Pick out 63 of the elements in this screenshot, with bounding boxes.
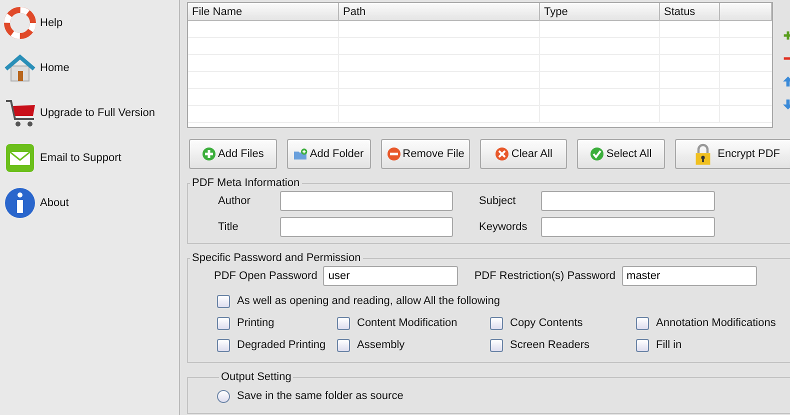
checkbox-label: Fill in: [656, 339, 682, 351]
up-arrow-icon[interactable]: [783, 76, 790, 87]
radio-button[interactable]: [217, 390, 230, 402]
folder-icon: [294, 147, 308, 161]
field-label: PDF Restriction(s) Password: [474, 270, 616, 282]
checkbox-label: Content Modification: [357, 317, 458, 329]
sidebar-item[interactable]: Email to Support: [0, 135, 179, 180]
password-field[interactable]: master: [622, 266, 757, 286]
group-title: Specific Password and Permission: [191, 252, 362, 264]
group-title: PDF Meta Information: [191, 177, 301, 189]
password-field[interactable]: user: [323, 266, 458, 286]
checkbox[interactable]: [636, 316, 649, 330]
field-label: Subject: [478, 195, 517, 207]
toolbar-button[interactable]: Clear All: [480, 139, 568, 169]
down-arrow-icon[interactable]: [783, 99, 790, 110]
envelope-icon: [4, 142, 36, 174]
text-field[interactable]: [280, 191, 453, 211]
text-field[interactable]: [280, 217, 453, 237]
toolbar-button[interactable]: Remove File: [380, 139, 470, 169]
checkmark-icon: [590, 147, 604, 161]
info-icon: [4, 186, 36, 218]
toolbar-button[interactable]: Encrypt PDF: [674, 139, 790, 169]
plus-icon: [202, 147, 216, 161]
column-header[interactable]: File Name: [188, 3, 339, 21]
field-label: Author: [218, 195, 252, 207]
checkbox[interactable]: [490, 316, 503, 330]
checkbox[interactable]: [337, 338, 350, 352]
field-label: PDF Open Password: [214, 270, 318, 282]
group-title: Output Setting: [220, 371, 292, 383]
sidebar-item[interactable]: Help: [0, 0, 179, 45]
checkbox[interactable]: [337, 316, 350, 330]
checkbox-label: Printing: [237, 317, 274, 329]
toolbar-button[interactable]: Select All: [577, 139, 665, 169]
minus-icon: [386, 147, 401, 161]
toolbar-button[interactable]: Add Folder: [286, 139, 371, 169]
radio-label: Save in the same folder as source: [237, 390, 404, 402]
column-header[interactable]: Status: [660, 3, 720, 21]
checkbox[interactable]: [636, 338, 649, 352]
checkbox-label: Annotation Modifications: [656, 317, 776, 329]
checkbox[interactable]: [217, 316, 230, 330]
close-icon: [495, 147, 510, 161]
sidebar-item[interactable]: About: [0, 180, 179, 225]
checkbox-label: As well as opening and reading, allow All the following: [237, 295, 500, 307]
text-field[interactable]: [541, 217, 715, 237]
field-label: Keywords: [478, 221, 528, 233]
house-icon: [4, 52, 36, 84]
sidebar-item[interactable]: Home: [0, 45, 179, 90]
field-label: Title: [218, 221, 240, 233]
text-field[interactable]: [541, 191, 715, 211]
checkbox-label: Copy Contents: [510, 317, 583, 329]
checkbox-label: Degraded Printing: [237, 339, 326, 351]
sidebar-item[interactable]: Upgrade to Full Version: [0, 90, 179, 135]
checkbox[interactable]: [217, 338, 230, 352]
padlock-icon: [694, 143, 712, 165]
lifebuoy-icon: [4, 6, 36, 38]
checkbox-label: Assembly: [357, 339, 405, 351]
checkbox-label: Screen Readers: [510, 339, 590, 351]
column-header[interactable]: Path: [339, 3, 540, 21]
toolbar-button[interactable]: Add Files: [189, 139, 277, 169]
plus-icon[interactable]: [783, 30, 790, 41]
checkbox[interactable]: [217, 294, 230, 308]
column-header[interactable]: Type: [540, 3, 660, 21]
checkbox[interactable]: [490, 338, 503, 352]
